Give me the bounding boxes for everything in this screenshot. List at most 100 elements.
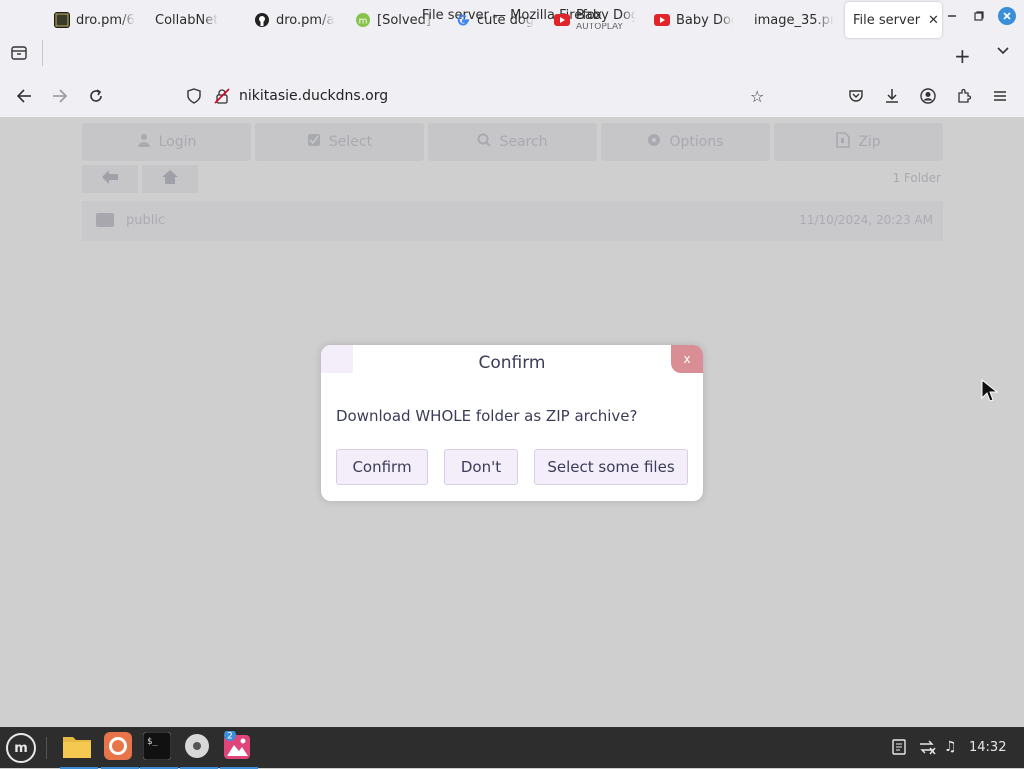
account-icon[interactable] [918,86,938,106]
user-icon [137,133,151,151]
navigation-bar: nikitasie.duckdns.org ☆ [0,78,1024,116]
dialog-title: Confirm [478,353,546,373]
tab-baby-dog-autoplay[interactable]: Baby Dog AUTOPLAY [554,2,636,38]
dont-button[interactable]: Don't [444,449,518,485]
tab-label: File server [853,12,921,28]
firefox-window: File server — Mozilla Firefox dro.pm/6 C… [0,0,1024,727]
tab-label: dro.pm/6 [76,12,135,28]
login-button[interactable]: Login [82,123,251,161]
youtube-icon [654,12,670,28]
taskbar-disc[interactable] [180,731,218,769]
linuxmint-menu-icon[interactable]: m [6,733,36,763]
taskbar-separator [46,737,47,759]
minimize-icon[interactable] [943,7,961,25]
dialog-close-button[interactable]: x [671,345,703,373]
select-button[interactable]: Select [255,123,424,161]
file-toolbar: Login Select Search Options Zip [82,123,943,161]
forward-icon[interactable] [50,86,70,106]
folder-row[interactable]: public 11/10/2024, 20:23 AM [82,201,943,241]
folder-count: 1 Folder [892,171,941,185]
tab-dro-1[interactable]: dro.pm/6 [54,2,136,38]
maximize-icon[interactable] [970,7,988,25]
close-window-icon[interactable] [998,7,1016,25]
select-some-files-button[interactable]: Select some files [534,449,688,485]
tab-divider [42,40,43,66]
login-label: Login [158,134,197,150]
clock[interactable]: 14:32 [969,740,1006,755]
shield-icon[interactable] [186,88,202,108]
folder-name: public [126,213,166,228]
svg-text:m: m [359,17,368,27]
terminal-icon: $_ [142,731,172,764]
youtube-icon [554,12,570,28]
tab-dro-2[interactable]: dro.pm/a [254,2,336,38]
bookmark-star-icon[interactable]: ☆ [750,87,764,106]
zip-file-icon [836,132,851,152]
tab-cute-dog[interactable]: cute dog [455,2,535,38]
search-icon [477,133,492,151]
folder-date: 11/10/2024, 20:23 AM [799,213,933,227]
confirm-button[interactable]: Confirm [336,449,428,485]
tab-baby-dog[interactable]: Baby Dog [654,2,734,38]
folder-icon [96,213,114,227]
arrow-left-icon [102,170,118,188]
pocket-icon[interactable] [846,86,866,106]
linuxmint-forum-icon: m [355,12,371,28]
new-tab-icon[interactable]: + [954,44,971,68]
dialog-message: Download WHOLE folder as ZIP archive? [336,407,638,425]
sound-icon[interactable]: ♫ [944,739,957,755]
back-folder-button[interactable] [82,165,138,193]
tab-label: Baby Dog [576,8,636,23]
taskbar-terminal[interactable]: $_ [140,731,178,769]
tab-collabnet[interactable]: CollabNet [155,2,235,38]
tab-manager-icon[interactable] [10,44,30,64]
zip-label: Zip [858,134,881,150]
tab-image-35[interactable]: image_35.pn [754,2,834,38]
confirm-dialog: Confirm x Download WHOLE folder as ZIP a… [321,345,703,501]
address-bar[interactable]: nikitasie.duckdns.org ☆ [178,80,774,112]
tab-label: dro.pm/a [276,12,335,28]
tab-label: CollabNet [155,12,219,28]
close-tab-icon[interactable]: ✕ [928,13,939,28]
terminal-favicon-icon [54,12,70,28]
tab-label: image_35.pn [754,12,834,28]
hamburger-menu-icon[interactable] [990,86,1010,106]
folder-icon [62,733,92,763]
tab-solved[interactable]: m [Solved] I [355,2,435,38]
zip-button[interactable]: Zip [774,123,943,161]
tab-file-server[interactable]: File server ✕ [845,2,942,38]
extensions-icon[interactable] [954,86,974,106]
url-text[interactable]: nikitasie.duckdns.org [239,88,388,104]
tab-autoplay-label: AUTOPLAY [576,22,623,32]
gear-icon [647,133,661,151]
chevron-down-icon[interactable] [996,44,1010,60]
options-button[interactable]: Options [601,123,770,161]
firefox-icon [104,732,132,764]
insecure-lock-icon[interactable] [214,88,230,108]
download-icon[interactable] [882,86,902,106]
notes-icon[interactable] [891,739,907,759]
back-icon[interactable] [14,86,34,106]
checkbox-icon [307,133,321,151]
tab-label: cute dog [477,12,535,28]
mouse-cursor-icon [981,378,999,407]
network-disconnected-icon[interactable] [918,739,936,759]
taskbar-image-viewer[interactable]: 2 [220,729,258,769]
navigation-row: 1 Folder [82,165,943,193]
taskbar-firefox[interactable] [101,731,139,769]
taskbar-files[interactable] [60,731,98,769]
disc-icon [183,732,211,764]
github-icon [254,12,270,28]
reload-icon[interactable] [86,86,106,106]
search-button[interactable]: Search [428,123,597,161]
google-icon [455,12,471,28]
taskbar: m $_ 2 ♫ 14:32 [0,727,1024,769]
home-button[interactable] [142,165,198,193]
image-viewer-icon: 2 [222,729,252,765]
tab-label: [Solved] I [377,12,435,28]
search-label: Search [499,134,548,150]
tab-label: Baby Dog [676,12,734,28]
home-icon [162,170,178,188]
select-label: Select [328,134,373,150]
window-count-badge: 2 [227,732,233,742]
